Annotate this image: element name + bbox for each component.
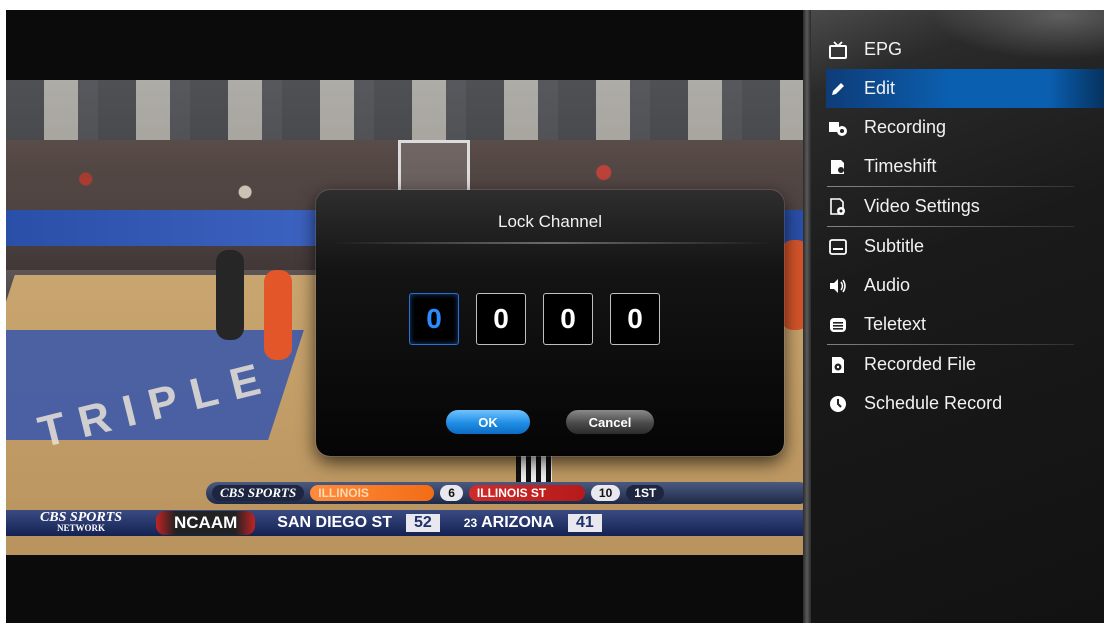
lock-channel-dialog: Lock Channel 0 0 0 0 OK Cancel (316, 190, 784, 456)
recording-icon (827, 119, 849, 137)
menu-label: Teletext (864, 314, 927, 334)
scorebug-team2: ILLINOIS ST (468, 485, 585, 501)
menu-label: Video Settings (864, 196, 980, 216)
pin-entry: 0 0 0 0 (409, 293, 660, 345)
menu-label: Edit (864, 78, 896, 98)
recorded-file-icon (827, 356, 849, 374)
menu-item-schedule-record[interactable]: Schedule Record (811, 384, 1104, 423)
player (264, 270, 292, 360)
panel-divider (803, 10, 811, 623)
tv-screen: TRIPLE CBS SPORTS ILLINOIS 6 ILLINOIS ST… (6, 10, 803, 623)
ticker-network: CBS SPORTS NETWORK (6, 511, 156, 534)
basketball-hoop (398, 140, 470, 194)
ticker-network-sub: NETWORK (56, 523, 105, 533)
scorebug-score1: 6 (440, 485, 463, 501)
pin-digit-3[interactable]: 0 (543, 293, 593, 345)
menu-item-subtitle[interactable]: Subtitle (811, 227, 1104, 266)
schedule-icon (827, 395, 849, 413)
ticker-team2: ARIZONA (481, 514, 555, 531)
menu-label: Timeshift (864, 156, 937, 176)
dialog-title: Lock Channel (498, 212, 602, 231)
tv-icon (827, 40, 849, 59)
menu-label: Subtitle (864, 236, 925, 256)
menu-item-edit[interactable]: Edit (826, 69, 1104, 108)
subtitle-icon (827, 238, 849, 256)
scorebug-period: 1ST (626, 485, 665, 501)
teletext-icon (827, 316, 849, 334)
score-ticker: CBS SPORTS NETWORK NCAAM SAN DIEGO ST 52… (6, 510, 803, 536)
menu-item-teletext[interactable]: Teletext (811, 305, 1104, 344)
ticker-team1: SAN DIEGO ST (277, 514, 392, 531)
menu-item-recorded-file[interactable]: Recorded File (811, 345, 1104, 384)
ok-button[interactable]: OK (446, 410, 530, 434)
menu-item-audio[interactable]: Audio (811, 266, 1104, 305)
menu-label: EPG (864, 39, 903, 59)
arena-banners (6, 80, 803, 140)
menu-label: Recording (864, 117, 947, 137)
ticker-rank2: 23 (463, 516, 478, 530)
pencil-icon (827, 80, 849, 98)
dialog-divider (330, 242, 770, 244)
player (781, 240, 803, 330)
menu-item-timeshift[interactable]: Timeshift (811, 147, 1104, 186)
menu-item-epg[interactable]: EPG (811, 30, 1104, 69)
player (216, 250, 244, 340)
scorebug: CBS SPORTS ILLINOIS 6 ILLINOIS ST 10 1ST (206, 482, 803, 504)
ticker-league: NCAAM (156, 511, 256, 535)
side-menu: EPG Edit Recording Timeshift Video Setti… (811, 10, 1104, 623)
ticker-score2: 41 (568, 514, 602, 532)
menu-label: Schedule Record (864, 393, 1003, 413)
cancel-button[interactable]: Cancel (566, 410, 654, 434)
pin-digit-4[interactable]: 0 (610, 293, 660, 345)
menu-item-recording[interactable]: Recording (811, 108, 1104, 147)
scorebug-network: CBS SPORTS (212, 485, 305, 501)
scorebug-team1: ILLINOIS (310, 485, 435, 501)
pin-digit-1[interactable]: 0 (409, 293, 459, 345)
scorebug-score2: 10 (590, 485, 621, 501)
ticker-score1: 52 (405, 514, 440, 532)
menu-item-video-settings[interactable]: Video Settings (811, 187, 1104, 226)
pin-digit-2[interactable]: 0 (476, 293, 526, 345)
speaker-icon (827, 277, 849, 295)
menu-label: Recorded File (864, 354, 977, 374)
menu-label: Audio (864, 275, 911, 295)
video-settings-icon (827, 197, 849, 216)
timeshift-icon (827, 158, 849, 176)
